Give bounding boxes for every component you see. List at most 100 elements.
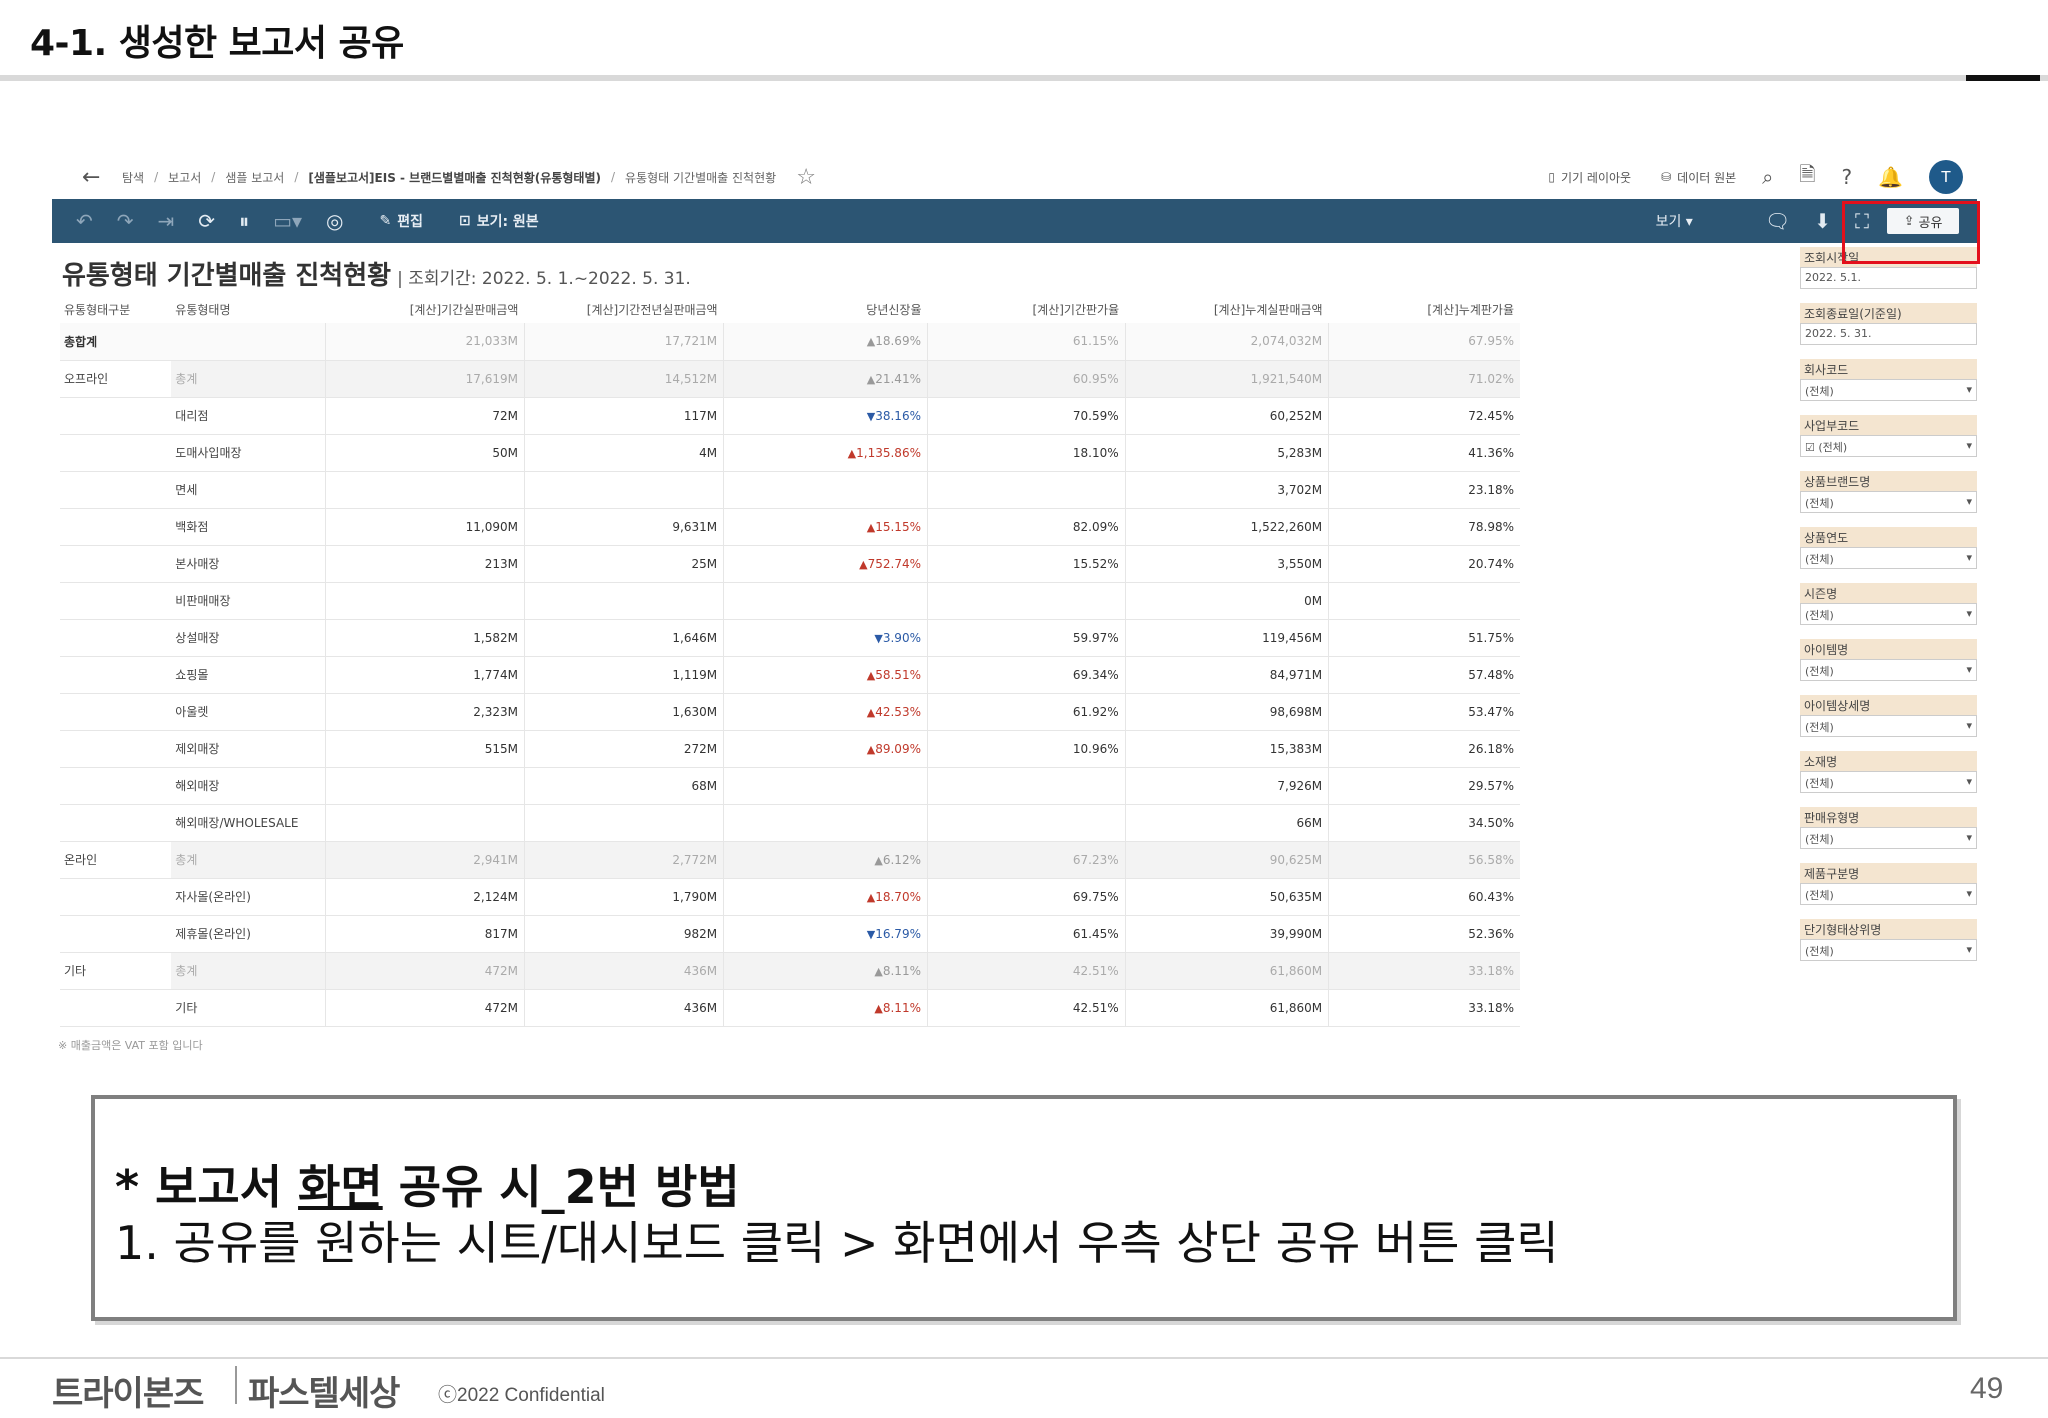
cell-cum-price-rate[interactable]: 34.50%: [1328, 804, 1520, 842]
cell-cum-sales[interactable]: 5,283M: [1124, 434, 1329, 472]
filter-dropdown[interactable]: (전체) ▾: [1800, 827, 1977, 849]
cell-cum-sales[interactable]: 0M: [1124, 582, 1329, 620]
cell-channel-name[interactable]: 총계: [171, 360, 326, 398]
cell-prev-year-sales[interactable]: 1,119M: [523, 656, 724, 694]
cell-growth[interactable]: ▼3.90%: [723, 619, 928, 657]
breadcrumb-explore[interactable]: 탐색: [122, 169, 144, 186]
cell-channel-type[interactable]: [60, 730, 172, 768]
filter-dropdown[interactable]: (전체) ▾: [1800, 715, 1977, 737]
cell-period-sales[interactable]: 515M: [324, 730, 525, 768]
cell-channel-type[interactable]: 오프라인: [60, 360, 172, 398]
cell-period-price-rate[interactable]: 61.15%: [926, 323, 1126, 361]
filter-dropdown[interactable]: 2022. 5.1.: [1800, 267, 1977, 289]
cell-channel-type[interactable]: [60, 397, 172, 435]
cell-cum-sales[interactable]: 50,635M: [1124, 878, 1329, 916]
cell-channel-name[interactable]: [171, 323, 326, 361]
cell-channel-name[interactable]: 아울렛: [171, 693, 326, 731]
download-icon[interactable]: ⬇: [1814, 209, 1831, 233]
cell-cum-price-rate[interactable]: [1328, 582, 1520, 620]
filter-dropdown[interactable]: ☑ (전체) ▾: [1800, 435, 1977, 457]
cell-cum-price-rate[interactable]: 41.36%: [1328, 434, 1520, 472]
cell-prev-year-sales[interactable]: 17,721M: [523, 323, 724, 361]
cell-cum-price-rate[interactable]: 72.45%: [1328, 397, 1520, 435]
cell-growth[interactable]: ▲8.11%: [723, 952, 928, 990]
filter-dropdown[interactable]: 2022. 5. 31.: [1800, 323, 1977, 345]
undo-icon[interactable]: ↶: [76, 209, 93, 233]
edit-button[interactable]: ✎ 편집: [379, 211, 423, 231]
cell-cum-sales[interactable]: 61,860M: [1124, 952, 1329, 990]
cell-period-sales[interactable]: 1,774M: [324, 656, 525, 694]
cell-cum-price-rate[interactable]: 20.74%: [1328, 545, 1520, 583]
filter-dropdown[interactable]: (전체) ▾: [1800, 659, 1977, 681]
cell-cum-sales[interactable]: 90,625M: [1124, 841, 1329, 879]
cell-prev-year-sales[interactable]: 4M: [523, 434, 724, 472]
cell-prev-year-sales[interactable]: 14,512M: [523, 360, 724, 398]
cell-period-sales[interactable]: 17,619M: [324, 360, 525, 398]
cell-growth[interactable]: ▲6.12%: [723, 841, 928, 879]
cell-period-price-rate[interactable]: 59.97%: [926, 619, 1126, 657]
col-period-sales[interactable]: [계산]기간실판매금액: [325, 295, 524, 323]
cell-channel-name[interactable]: 총계: [171, 841, 326, 879]
breadcrumb-reports[interactable]: 보고서: [168, 169, 201, 186]
cell-growth[interactable]: ▲8.11%: [723, 989, 928, 1027]
cell-growth[interactable]: [723, 767, 928, 805]
cell-channel-type[interactable]: [60, 989, 172, 1027]
cell-prev-year-sales[interactable]: 9,631M: [523, 508, 724, 546]
cell-cum-price-rate[interactable]: 33.18%: [1328, 989, 1520, 1027]
pause-icon[interactable]: ⏸: [239, 209, 249, 233]
cell-period-price-rate[interactable]: 42.51%: [926, 989, 1126, 1027]
cell-period-sales[interactable]: 213M: [324, 545, 525, 583]
cell-cum-price-rate[interactable]: 78.98%: [1328, 508, 1520, 546]
cell-period-price-rate[interactable]: [926, 582, 1126, 620]
cell-period-price-rate[interactable]: 69.34%: [926, 656, 1126, 694]
filter-dropdown[interactable]: (전체) ▾: [1800, 771, 1977, 793]
cell-growth[interactable]: ▲1,135.86%: [723, 434, 928, 472]
cell-growth[interactable]: ▼38.16%: [723, 397, 928, 435]
cell-channel-name[interactable]: 비판매매장: [171, 582, 326, 620]
cell-cum-sales[interactable]: 15,383M: [1124, 730, 1329, 768]
favorite-star-icon[interactable]: ☆: [796, 165, 816, 190]
cell-cum-sales[interactable]: 7,926M: [1124, 767, 1329, 805]
cell-cum-sales[interactable]: 3,702M: [1124, 471, 1329, 509]
comment-icon[interactable]: 🗨: [1765, 209, 1790, 233]
cell-growth[interactable]: ▲21.41%: [723, 360, 928, 398]
cell-prev-year-sales[interactable]: [523, 471, 724, 509]
cell-cum-sales[interactable]: 66M: [1124, 804, 1329, 842]
cell-channel-name[interactable]: 도매사입매장: [171, 434, 326, 472]
cell-channel-name[interactable]: 해외매장: [171, 767, 326, 805]
view-original-button[interactable]: ⊡ 보기: 원본: [459, 211, 539, 231]
cell-cum-price-rate[interactable]: 51.75%: [1328, 619, 1520, 657]
col-channel-type[interactable]: 유통형태구분: [60, 295, 171, 323]
cell-prev-year-sales[interactable]: 272M: [523, 730, 724, 768]
cell-channel-name[interactable]: 제휴몰(온라인): [171, 915, 326, 953]
help-icon[interactable]: ?: [1841, 165, 1852, 189]
cell-channel-name[interactable]: 면세: [171, 471, 326, 509]
cell-period-price-rate[interactable]: [926, 767, 1126, 805]
refresh-data-icon[interactable]: ⟳: [198, 209, 215, 233]
cell-cum-sales[interactable]: 2,074,032M: [1124, 323, 1329, 361]
cell-channel-type[interactable]: [60, 434, 172, 472]
cell-prev-year-sales[interactable]: 1,630M: [523, 693, 724, 731]
cell-cum-sales[interactable]: 1,921,540M: [1124, 360, 1329, 398]
revert-icon[interactable]: ⇥: [158, 209, 175, 233]
cell-period-sales[interactable]: 2,941M: [324, 841, 525, 879]
cell-channel-type[interactable]: [60, 545, 172, 583]
document-icon[interactable]: 🗎: [1799, 160, 1815, 194]
user-avatar[interactable]: T: [1929, 160, 1963, 194]
cell-prev-year-sales[interactable]: 2,772M: [523, 841, 724, 879]
present-icon[interactable]: ▭▾: [273, 209, 302, 233]
cell-cum-sales[interactable]: 60,252M: [1124, 397, 1329, 435]
filter-dropdown[interactable]: (전체) ▾: [1800, 939, 1977, 961]
cell-period-sales[interactable]: [324, 471, 525, 509]
cell-growth[interactable]: ▲89.09%: [723, 730, 928, 768]
redo-icon[interactable]: ↷: [117, 209, 134, 233]
metrics-icon[interactable]: ◎: [326, 209, 343, 233]
col-cum-price-rate[interactable]: [계산]누계판가율: [1329, 295, 1520, 323]
cell-cum-price-rate[interactable]: 60.43%: [1328, 878, 1520, 916]
cell-period-sales[interactable]: [324, 767, 525, 805]
cell-channel-type[interactable]: [60, 915, 172, 953]
cell-period-sales[interactable]: [324, 804, 525, 842]
cell-period-sales[interactable]: 72M: [324, 397, 525, 435]
cell-period-price-rate[interactable]: 60.95%: [926, 360, 1126, 398]
cell-channel-name[interactable]: 해외매장/WHOLESALE: [171, 804, 326, 842]
